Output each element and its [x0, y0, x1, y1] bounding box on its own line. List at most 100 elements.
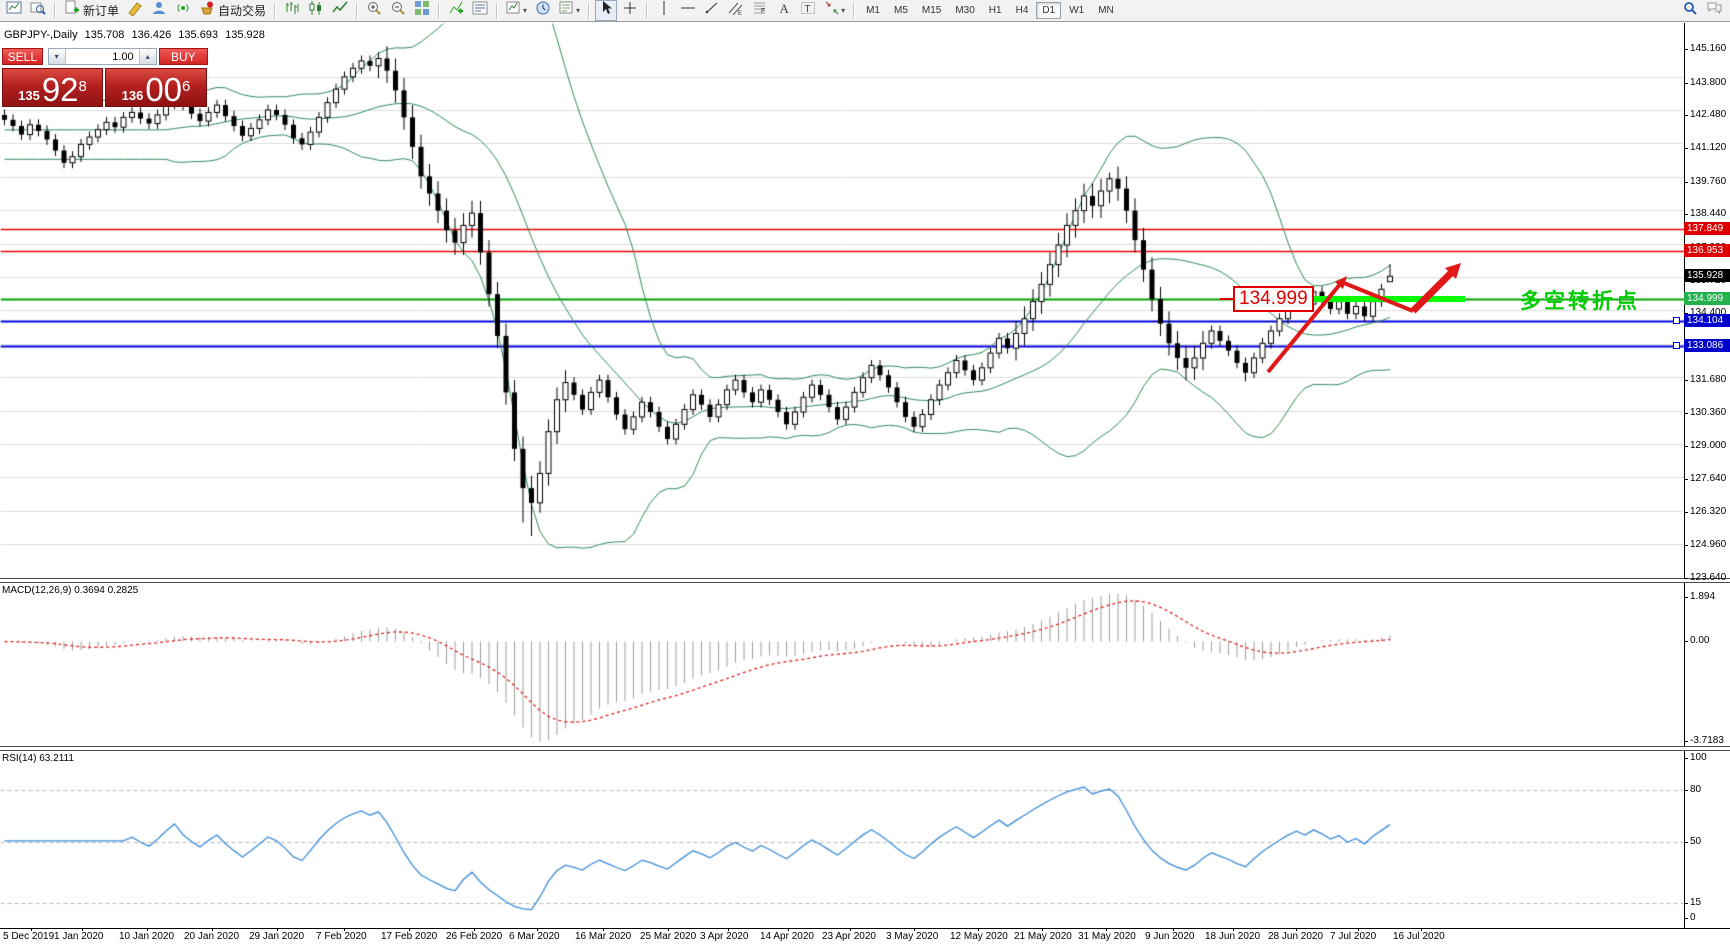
crosshair-button[interactable] — [619, 0, 641, 21]
dropdown-caret-icon[interactable]: ▾ — [523, 6, 527, 15]
chat-button[interactable] — [1703, 0, 1725, 21]
price-badge: 133.086 — [1684, 339, 1730, 353]
toolbar-separator — [54, 2, 56, 19]
price-badge: 137.849 — [1684, 222, 1730, 236]
fibonacci-button[interactable]: F — [749, 0, 771, 21]
new-order-button[interactable]: 新订单 — [61, 0, 122, 21]
indicator-list-button[interactable] — [469, 0, 491, 21]
signals-icon — [175, 0, 191, 21]
symbol-info: GBPJPY-,Daily 135.708 136.426 135.693 13… — [4, 29, 269, 41]
market-watch-button[interactable] — [148, 0, 170, 21]
vline-button[interactable] — [653, 0, 675, 21]
rsi-axis-label: 0 — [1690, 912, 1696, 923]
timeframe-w1[interactable]: W1 — [1063, 2, 1090, 19]
arrows-button[interactable]: ▾ — [821, 0, 848, 21]
volume-input[interactable] — [65, 49, 139, 64]
metaeditor-button[interactable] — [124, 0, 146, 21]
date-axis-label: 23 Apr 2020 — [822, 931, 876, 942]
bar-chart-button[interactable] — [281, 0, 303, 21]
price-axis-label: 129.000 — [1690, 439, 1727, 451]
text-button[interactable]: A — [773, 0, 795, 21]
timeframe-m30[interactable]: M30 — [949, 2, 980, 19]
trendline-button[interactable] — [701, 0, 723, 21]
toolbar-separator — [646, 2, 649, 19]
macd-pane-separator[interactable] — [0, 578, 1730, 583]
price-axis-tick — [1684, 545, 1688, 547]
dropdown-caret-icon[interactable]: ▾ — [576, 6, 580, 15]
date-axis-label: 10 Jan 2020 — [119, 931, 175, 942]
macd-axis-label: 1.894 — [1690, 591, 1716, 602]
chart-window-button[interactable] — [3, 0, 25, 21]
templates-button[interactable]: ▾ — [503, 0, 530, 21]
volume-decrease-button[interactable]: ▾ — [48, 49, 66, 64]
period-icon — [535, 0, 551, 21]
turning-point-highlight[interactable] — [1314, 295, 1465, 302]
line-selection-handle[interactable] — [1673, 342, 1680, 350]
buy-price-display[interactable]: 136 00 6 — [105, 68, 207, 107]
candle-chart-button[interactable] — [305, 0, 327, 21]
search-button[interactable] — [1679, 0, 1701, 21]
indicators-button[interactable] — [445, 0, 467, 21]
zoom-out-button[interactable] — [387, 0, 409, 21]
hline-button[interactable] — [677, 0, 699, 21]
date-axis-label: 7 Jul 2020 — [1330, 931, 1377, 942]
buy-price-big-figure: 136 — [121, 88, 144, 103]
date-axis-label: 25 Mar 2020 — [640, 931, 697, 942]
date-axis-tick — [1106, 928, 1107, 931]
sell-button[interactable]: SELL — [2, 48, 43, 65]
timeframe-h1[interactable]: H1 — [983, 2, 1008, 19]
date-axis-tick — [147, 928, 148, 931]
chart-settings-button[interactable]: ▾ — [556, 0, 583, 21]
timeframe-m15[interactable]: M15 — [916, 2, 947, 19]
buy-button[interactable]: BUY — [158, 48, 208, 65]
timeframe-h4[interactable]: H4 — [1010, 2, 1035, 19]
price-axis-label: 124.960 — [1690, 539, 1727, 551]
date-axis-label: 20 Jan 2020 — [184, 931, 240, 942]
date-axis-label: 26 Feb 2020 — [446, 931, 503, 942]
autotrading-icon — [199, 0, 215, 21]
date-axis-label: 3 Apr 2020 — [700, 931, 749, 942]
chart-canvas[interactable] — [0, 0, 1730, 947]
tile-windows-button[interactable] — [411, 0, 433, 21]
rsi-pane-separator[interactable] — [0, 746, 1730, 751]
date-axis-tick — [603, 928, 604, 931]
fibonacci-icon: F — [752, 0, 768, 21]
dropdown-caret-icon[interactable]: ▾ — [841, 6, 845, 15]
timeframe-mn[interactable]: MN — [1092, 2, 1120, 19]
hline-icon — [680, 0, 696, 21]
price-axis-label: 142.480 — [1690, 108, 1727, 120]
rsi-axis-tick — [1684, 790, 1688, 791]
trendline-icon — [704, 0, 720, 21]
timeframe-d1[interactable]: D1 — [1036, 2, 1062, 19]
date-axis-label: 18 Jun 2020 — [1205, 931, 1261, 942]
channel-button[interactable]: E — [725, 0, 747, 21]
volume-increase-button[interactable]: ▴ — [138, 49, 156, 64]
date-axis-label: 16 Jul 2020 — [1393, 931, 1445, 942]
sell-price-display[interactable]: 135 92 8 — [2, 68, 103, 107]
zoom-in-button[interactable] — [363, 0, 385, 21]
date-axis-label: 21 May 2020 — [1014, 931, 1072, 942]
signals-button[interactable] — [172, 0, 194, 21]
period-button[interactable] — [532, 0, 554, 21]
svg-text:E: E — [738, 11, 742, 16]
sell-price-point: 8 — [78, 78, 87, 95]
price-flag[interactable]: 134.999 — [1233, 286, 1314, 312]
line-selection-handle[interactable] — [1673, 317, 1680, 325]
cursor-button[interactable] — [595, 0, 618, 21]
date-axis-label: 6 Mar 2020 — [509, 931, 560, 942]
label-button[interactable]: T — [797, 0, 819, 21]
data-window-button[interactable] — [27, 0, 49, 21]
price-axis-label: 127.640 — [1690, 473, 1727, 485]
autotrading-button[interactable]: 自动交易 — [196, 0, 269, 21]
date-axis-tick — [1421, 928, 1422, 931]
one-click-trading-panel: SELL ▾ ▴ BUY 135928 136006 — [2, 48, 208, 107]
date-axis-tick — [668, 928, 669, 931]
line-chart-button[interactable] — [329, 0, 351, 21]
symbol-name: GBPJPY-,Daily — [4, 29, 78, 41]
macd-axis-label: 0.00 — [1690, 635, 1710, 646]
date-axis-tick — [1358, 928, 1359, 931]
turning-point-note[interactable]: 多空转折点 — [1520, 285, 1640, 315]
timeframe-m1[interactable]: M1 — [860, 2, 886, 19]
macd-axis-tick — [1684, 597, 1688, 598]
timeframe-m5[interactable]: M5 — [888, 2, 914, 19]
